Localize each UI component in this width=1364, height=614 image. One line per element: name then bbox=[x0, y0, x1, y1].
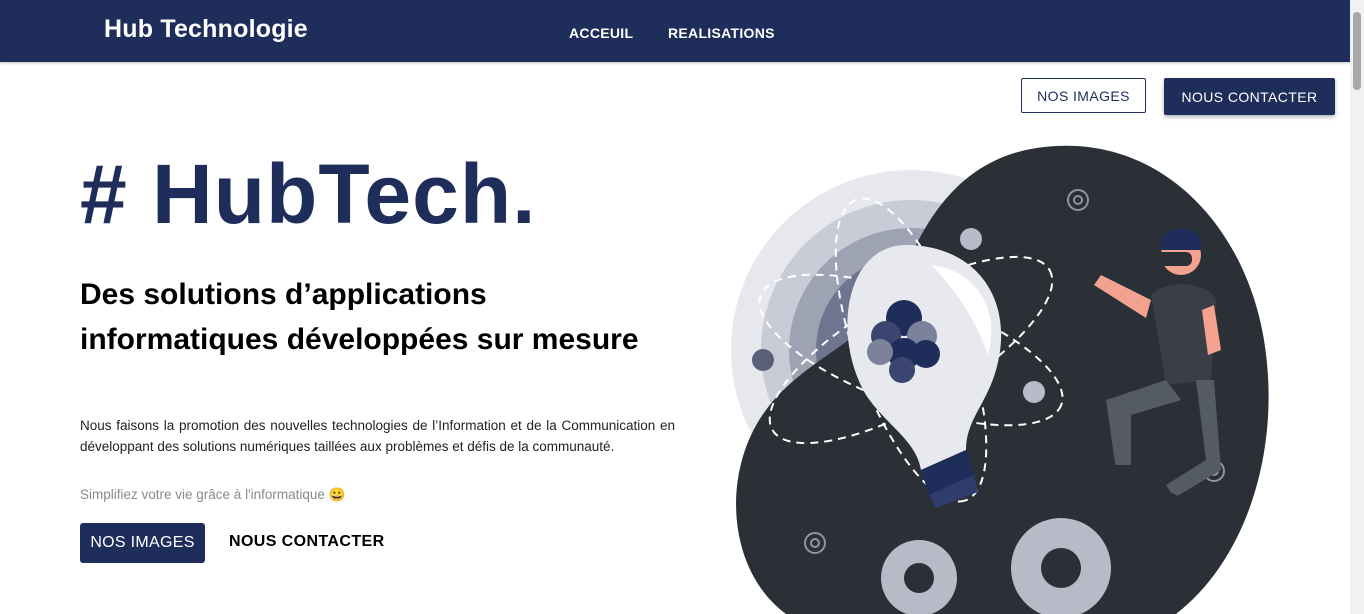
top-navbar: Hub Technologie ACCEUIL REALISATIONS bbox=[0, 0, 1350, 62]
nav-link-realisations[interactable]: REALISATIONS bbox=[668, 25, 775, 41]
hero-subtitle: Des solutions d’applications informatiqu… bbox=[80, 278, 639, 356]
scrollbar-thumb[interactable] bbox=[1353, 12, 1361, 90]
hero-nos-images-button[interactable]: NOS IMAGES bbox=[80, 523, 205, 563]
hero-tagline: Simplifiez votre vie grâce à l'informati… bbox=[80, 487, 346, 502]
orbit-dot bbox=[960, 228, 982, 250]
nav-link-acceuil[interactable]: ACCEUIL bbox=[569, 25, 633, 41]
hero-description: Nous faisons la promotion des nouvelles … bbox=[80, 418, 675, 454]
hero-title: # HubTech. bbox=[80, 147, 537, 241]
hero-illustration bbox=[731, 145, 1269, 614]
nous-contacter-button[interactable]: NOUS CONTACTER bbox=[1164, 78, 1335, 115]
page-scrollbar[interactable] bbox=[1350, 0, 1364, 614]
brand-logo[interactable]: Hub Technologie bbox=[104, 15, 308, 44]
orbit-dot bbox=[1023, 381, 1045, 403]
orbit-dot bbox=[752, 349, 774, 371]
hero-nous-contacter-link[interactable]: NOUS CONTACTER bbox=[229, 533, 385, 551]
nos-images-button[interactable]: NOS IMAGES bbox=[1021, 78, 1146, 113]
